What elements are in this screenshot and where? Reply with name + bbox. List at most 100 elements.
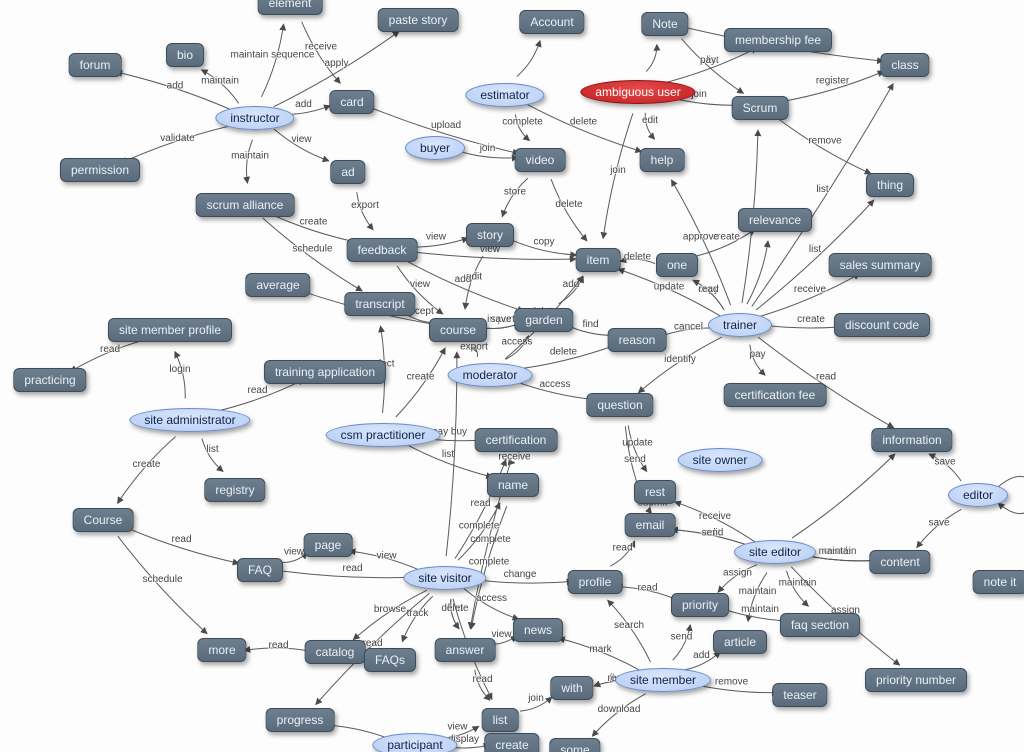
node-certification_fee[interactable]: certification fee	[724, 383, 827, 407]
node-training_application[interactable]: training application	[264, 360, 386, 384]
node-permission[interactable]: permission	[60, 158, 140, 182]
node-site_administrator[interactable]: site administrator	[129, 408, 250, 432]
node-bio[interactable]: bio	[166, 43, 204, 67]
node-catalog[interactable]: catalog	[305, 640, 366, 664]
node-FAQ[interactable]: FAQ	[237, 558, 283, 582]
node-label: Scrum	[743, 101, 778, 115]
edge-FAQ-page	[281, 553, 308, 563]
node-element[interactable]: element	[258, 0, 323, 15]
edge-label: cancel	[674, 322, 703, 333]
node-one[interactable]: one	[656, 253, 698, 277]
node-participant[interactable]: participant	[372, 733, 457, 752]
node-buyer[interactable]: buyer	[405, 136, 465, 160]
node-paste_story[interactable]: paste story	[378, 8, 459, 32]
edge-label: create	[824, 546, 852, 557]
node-relevance[interactable]: relevance	[738, 208, 812, 232]
node-sales_summary[interactable]: sales summary	[829, 253, 932, 277]
node-feedback[interactable]: feedback	[347, 238, 418, 262]
node-certification[interactable]: certification	[475, 428, 558, 452]
node-Account[interactable]: Account	[519, 10, 584, 34]
node-video[interactable]: video	[515, 148, 566, 172]
node-editor[interactable]: editor	[948, 483, 1008, 507]
node-answer[interactable]: answer	[435, 638, 496, 662]
node-label: note it	[984, 575, 1017, 589]
edge-label: add	[455, 274, 472, 285]
node-membership_fee[interactable]: membership fee	[724, 28, 832, 52]
node-information[interactable]: information	[871, 428, 952, 452]
node-ambiguous_user[interactable]: ambiguous user	[580, 80, 695, 104]
node-average[interactable]: average	[245, 273, 310, 297]
node-story[interactable]: story	[466, 223, 514, 247]
node-Note[interactable]: Note	[641, 12, 688, 36]
edge-Scrum-class	[781, 71, 884, 101]
node-site_visitor[interactable]: site visitor	[403, 566, 486, 590]
node-create_dangling[interactable]: create	[484, 733, 539, 752]
edge-label: maintain	[201, 76, 239, 87]
edge-label: join	[609, 165, 626, 176]
edge-catalog-more	[244, 648, 313, 652]
node-label: content	[880, 555, 919, 569]
node-list[interactable]: list	[482, 708, 519, 732]
node-teaser[interactable]: teaser	[772, 683, 827, 707]
node-registry[interactable]: registry	[204, 478, 265, 502]
node-news[interactable]: news	[513, 618, 563, 642]
node-label: scrum alliance	[207, 198, 284, 212]
node-forum[interactable]: forum	[69, 53, 122, 77]
node-with[interactable]: with	[550, 676, 593, 700]
node-page[interactable]: page	[304, 533, 353, 557]
node-practicing[interactable]: practicing	[13, 368, 86, 392]
node-question[interactable]: question	[586, 393, 653, 417]
node-priority_number[interactable]: priority number	[865, 668, 967, 692]
node-class[interactable]: class	[880, 53, 929, 77]
node-garden[interactable]: garden	[514, 308, 573, 332]
node-course[interactable]: course	[429, 318, 487, 342]
node-Scrum[interactable]: Scrum	[732, 96, 789, 120]
node-email[interactable]: email	[625, 513, 676, 537]
node-label: more	[208, 643, 235, 657]
node-article[interactable]: article	[713, 630, 767, 654]
node-discount_code[interactable]: discount code	[834, 313, 930, 337]
edge-estimator-video	[515, 114, 529, 140]
node-label: ambiguous user	[595, 85, 680, 99]
node-content[interactable]: content	[869, 550, 930, 574]
edge-label: complete	[469, 557, 510, 568]
graph-canvas[interactable]: addmaintainmaintain sequencereceiveaddap…	[0, 0, 1024, 752]
node-moderator[interactable]: moderator	[448, 363, 533, 387]
edge-label: store	[504, 187, 527, 198]
node-site_member[interactable]: site member	[615, 668, 711, 692]
edge-label: save	[934, 457, 956, 468]
node-Course[interactable]: Course	[73, 508, 134, 532]
node-profile[interactable]: profile	[568, 570, 623, 594]
node-reason[interactable]: reason	[608, 328, 667, 352]
node-FAQs[interactable]: FAQs	[364, 648, 416, 672]
edge-label: receive	[699, 511, 732, 522]
node-transcript[interactable]: transcript	[344, 292, 415, 316]
node-label: help	[651, 153, 674, 167]
node-instructor[interactable]: instructor	[215, 106, 294, 130]
node-item[interactable]: item	[576, 248, 621, 272]
node-ad[interactable]: ad	[330, 160, 365, 184]
node-priority[interactable]: priority	[671, 593, 729, 617]
node-card[interactable]: card	[329, 90, 374, 114]
node-csm_practitioner[interactable]: csm practitioner	[326, 423, 441, 447]
node-scrum_alliance[interactable]: scrum alliance	[196, 193, 295, 217]
node-thing[interactable]: thing	[866, 173, 914, 197]
node-more[interactable]: more	[197, 638, 246, 662]
node-label: permission	[71, 163, 129, 177]
node-faq_section[interactable]: faq section	[780, 613, 860, 637]
node-some[interactable]: some	[549, 738, 600, 752]
node-name[interactable]: name	[487, 473, 539, 497]
edge-site_member-profile	[608, 600, 651, 662]
node-rest[interactable]: rest	[634, 480, 676, 504]
node-site_owner[interactable]: site owner	[678, 448, 763, 472]
edge-label: view	[447, 722, 468, 733]
node-trainer[interactable]: trainer	[708, 313, 772, 337]
node-estimator[interactable]: estimator	[465, 83, 544, 107]
node-note_it[interactable]: note it	[973, 570, 1024, 594]
node-site_member_profile[interactable]: site member profile	[108, 318, 232, 342]
node-progress[interactable]: progress	[266, 708, 335, 732]
node-site_editor[interactable]: site editor	[734, 540, 816, 564]
edge-instructor-permission	[121, 125, 234, 163]
node-help[interactable]: help	[640, 148, 685, 172]
edge-label: apply	[325, 58, 349, 69]
